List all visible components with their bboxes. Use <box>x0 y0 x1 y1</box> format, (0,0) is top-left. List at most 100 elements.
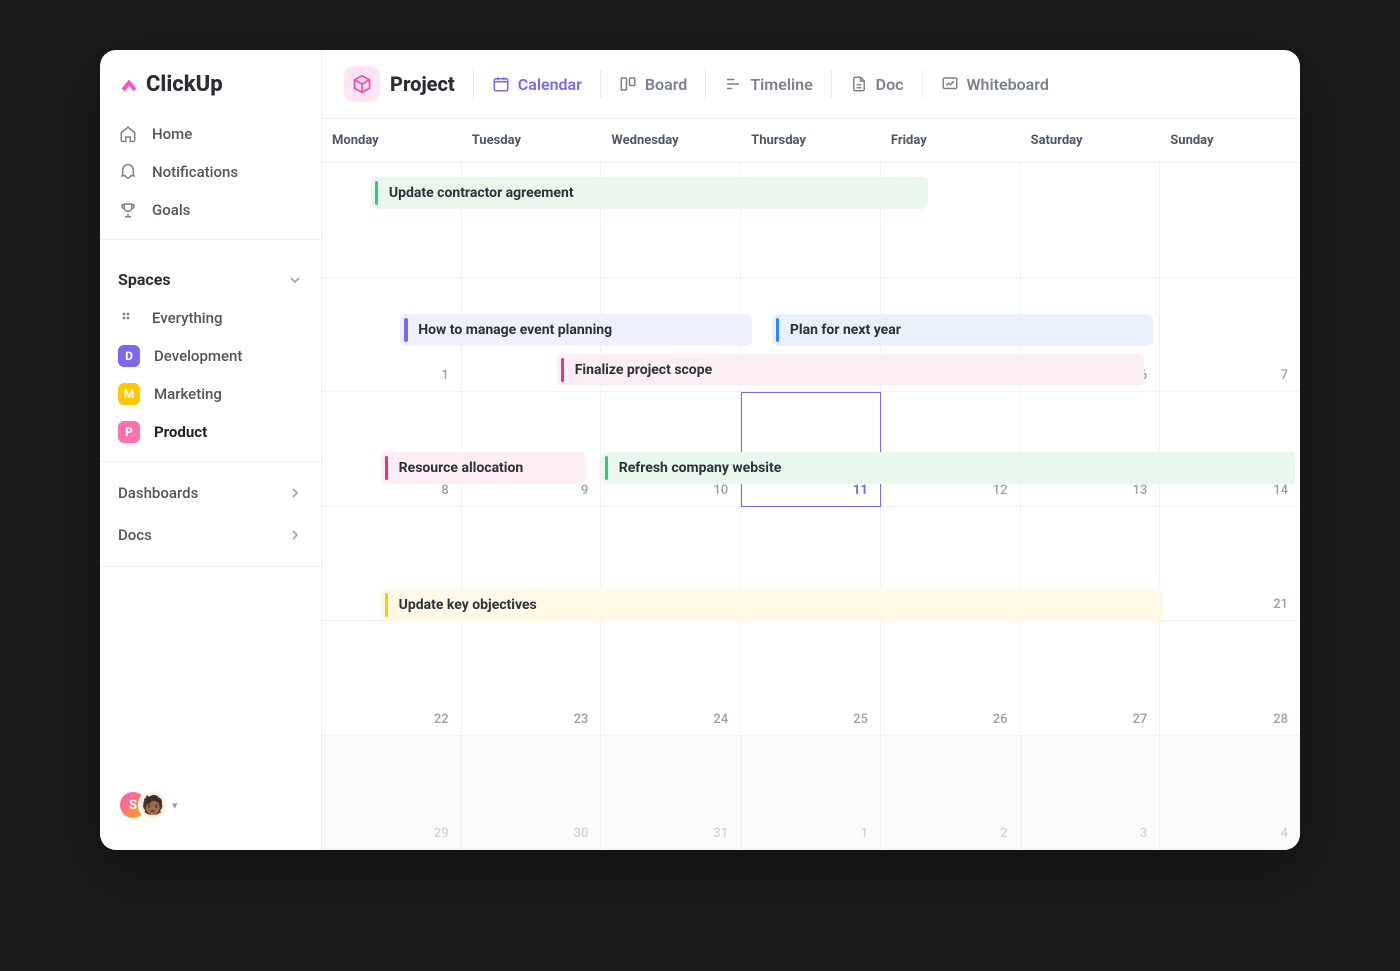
event-label: How to manage event planning <box>418 322 612 338</box>
date-number: 22 <box>434 712 449 727</box>
event-plan-next-year[interactable]: Plan for next year <box>772 314 1153 346</box>
calendar-cell[interactable]: 22 <box>322 621 462 736</box>
space-label: Product <box>154 423 207 441</box>
calendar-cell[interactable]: 21 <box>1160 507 1300 622</box>
date-number: 25 <box>853 712 868 727</box>
date-number: 11 <box>853 483 868 498</box>
chevron-down-icon[interactable]: ▾ <box>172 799 178 812</box>
date-number: 12 <box>993 483 1008 498</box>
date-number: 8 <box>441 483 448 498</box>
event-manage-event-planning[interactable]: How to manage event planning <box>400 314 752 346</box>
timeline-icon <box>724 75 742 93</box>
day-label: Tuesday <box>462 119 602 162</box>
view-tab-board[interactable]: Board <box>619 75 687 94</box>
view-tab-doc[interactable]: Doc <box>850 75 904 94</box>
spaces-header[interactable]: Spaces <box>100 256 321 299</box>
calendar-cell[interactable]: 30 <box>462 736 602 851</box>
calendar-cell[interactable]: 3 <box>1021 736 1161 851</box>
day-label: Wednesday <box>601 119 741 162</box>
space-marketing[interactable]: M Marketing <box>100 375 321 413</box>
calendar-day-header: Monday Tuesday Wednesday Thursday Friday… <box>322 119 1300 163</box>
calendar-cell[interactable]: 26 <box>881 621 1021 736</box>
calendar-cell[interactable]: 10 <box>601 392 741 507</box>
project-title[interactable]: Project <box>344 66 455 102</box>
date-number: 10 <box>713 483 728 498</box>
calendar-cell[interactable]: 8 <box>322 392 462 507</box>
event-update-contractor-agreement[interactable]: Update contractor agreement <box>371 177 928 209</box>
view-label: Calendar <box>518 75 582 94</box>
calendar-cell[interactable]: 11 <box>741 392 881 507</box>
space-badge: M <box>118 383 140 405</box>
nav-goals[interactable]: Goals <box>100 191 321 229</box>
event-update-objectives[interactable]: Update key objectives <box>381 589 1163 621</box>
calendar-cell[interactable]: 13 <box>1021 392 1161 507</box>
view-tab-timeline[interactable]: Timeline <box>724 75 812 94</box>
event-label: Update key objectives <box>399 597 537 613</box>
brand-name: ClickUp <box>146 72 223 97</box>
event-finalize-scope[interactable]: Finalize project scope <box>557 354 1144 386</box>
event-resource-allocation[interactable]: Resource allocation <box>381 452 586 484</box>
nav-docs[interactable]: Docs <box>100 514 321 556</box>
date-number: 30 <box>574 826 589 841</box>
event-refresh-website[interactable]: Refresh company website <box>601 452 1295 484</box>
brand-logo[interactable]: ClickUp <box>100 66 321 115</box>
main-panel: Project Calendar Board Timeline Doc <box>322 50 1300 850</box>
event-label: Refresh company website <box>619 460 782 476</box>
calendar-cell[interactable]: 4 <box>1160 736 1300 851</box>
space-badge: D <box>118 345 140 367</box>
avatar[interactable]: 🧑🏾 <box>138 790 168 820</box>
cube-icon <box>344 66 380 102</box>
trophy-icon <box>118 200 138 220</box>
calendar-cell[interactable]: 25 <box>741 621 881 736</box>
spaces-everything[interactable]: Everything <box>100 299 321 337</box>
view-label: Timeline <box>750 75 812 94</box>
date-number: 14 <box>1273 483 1288 498</box>
calendar-cell[interactable]: 12 <box>881 392 1021 507</box>
nav-notifications[interactable]: Notifications <box>100 153 321 191</box>
calendar-cell[interactable]: 28 <box>1160 621 1300 736</box>
day-label: Friday <box>881 119 1021 162</box>
nav-home[interactable]: Home <box>100 115 321 153</box>
date-number: 27 <box>1133 712 1148 727</box>
space-label: Marketing <box>154 385 222 403</box>
nav-label: Home <box>152 125 192 143</box>
day-label: Sunday <box>1160 119 1300 162</box>
calendar-cell[interactable]: 29 <box>322 736 462 851</box>
calendar-cell[interactable]: 27 <box>1021 621 1161 736</box>
view-label: Whiteboard <box>967 75 1049 94</box>
view-label: Board <box>645 75 687 94</box>
date-number: 1 <box>860 826 867 841</box>
calendar-cell[interactable]: 14 <box>1160 392 1300 507</box>
home-icon <box>118 124 138 144</box>
space-development[interactable]: D Development <box>100 337 321 375</box>
calendar-grid: 1234567891011121314151617181920212223242… <box>322 163 1300 850</box>
calendar-cell[interactable]: 1 <box>741 736 881 851</box>
chevron-right-icon <box>287 527 303 543</box>
calendar-cell[interactable] <box>1160 163 1300 278</box>
project-label: Project <box>390 72 455 96</box>
sidebar: ClickUp Home Notifications Goals Spaces … <box>100 50 322 850</box>
calendar-cell[interactable] <box>1021 163 1161 278</box>
date-number: 13 <box>1133 483 1148 498</box>
calendar-cell[interactable]: 2 <box>881 736 1021 851</box>
calendar-cell[interactable]: 24 <box>601 621 741 736</box>
divider <box>922 70 923 98</box>
topbar: Project Calendar Board Timeline Doc <box>322 50 1300 119</box>
view-tab-whiteboard[interactable]: Whiteboard <box>941 75 1049 94</box>
calendar-cell[interactable]: 9 <box>462 392 602 507</box>
space-label: Development <box>154 347 242 365</box>
divider <box>705 70 706 98</box>
date-number: 24 <box>713 712 728 727</box>
space-product[interactable]: P Product <box>100 413 321 451</box>
chevron-right-icon <box>287 485 303 501</box>
calendar-cell[interactable]: 7 <box>1160 278 1300 393</box>
calendar-cell[interactable]: 23 <box>462 621 602 736</box>
grid-dots-icon <box>118 308 138 328</box>
calendar-cell[interactable]: 31 <box>601 736 741 851</box>
view-tab-calendar[interactable]: Calendar <box>492 75 582 94</box>
nav-label: Everything <box>152 309 222 327</box>
section-title: Spaces <box>118 270 171 289</box>
date-number: 1 <box>441 368 448 383</box>
nav-dashboards[interactable]: Dashboards <box>100 472 321 514</box>
date-number: 28 <box>1273 712 1288 727</box>
